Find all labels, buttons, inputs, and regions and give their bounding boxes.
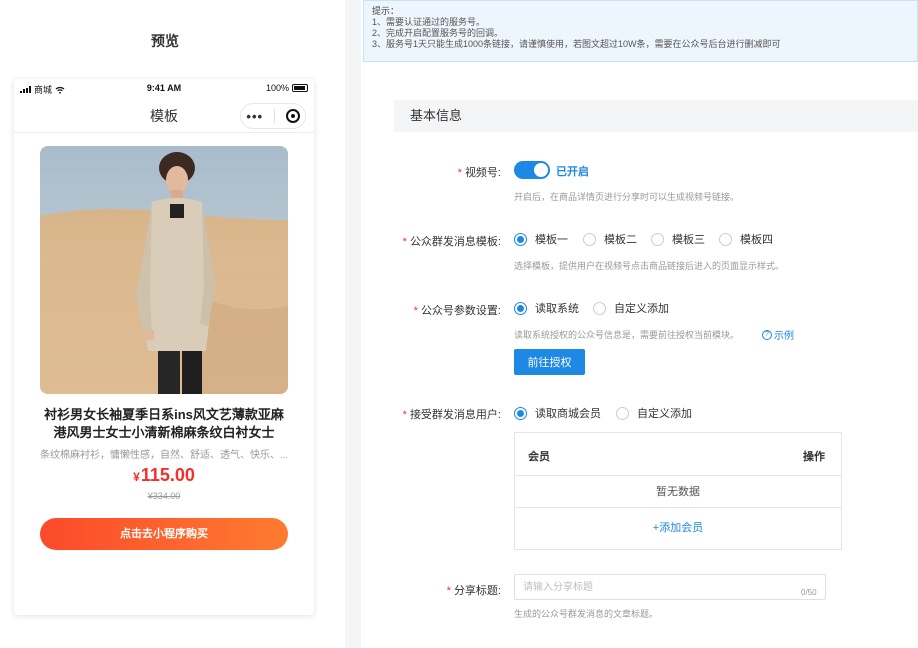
product-photo-illustration (40, 146, 288, 394)
video-account-switch[interactable] (514, 161, 550, 179)
section-title: 基本信息 (394, 100, 918, 132)
settings-form-pane: 提示： 1、需要认证通过的服务号。 2、完成开启配置服务号的回调。 3、服务号1… (361, 0, 918, 648)
tips-line: 3、服务号1天只能生成1000条链接，请谨慎使用，若图文超过10W条，需要在公众… (372, 39, 781, 49)
column-header-member: 会员 (528, 451, 550, 463)
radio-dot[interactable] (651, 232, 664, 246)
authorize-button[interactable]: 前往授权 (514, 349, 585, 375)
radio-custom-add[interactable]: 自定义添加 (593, 300, 669, 316)
radio-template-1[interactable]: 模板一 (514, 231, 568, 247)
template-label: * 公众群发消息模板: (402, 236, 501, 248)
status-bar: 商城 9:41 AM 100% (14, 79, 314, 99)
capsule-menu[interactable]: ••• (240, 103, 306, 129)
account-params-hint: 读取系统授权的公众号信息是，需要前往授权当前模块。 (514, 330, 740, 340)
required-mark: * (413, 305, 418, 317)
battery-label: 100% (265, 83, 289, 93)
radio-read-system[interactable]: 读取系统 (514, 300, 579, 316)
radio-template-4[interactable]: 模板四 (719, 231, 773, 247)
price-currency: ¥ (133, 470, 140, 484)
mini-program-navbar: 模板 ••• (14, 99, 314, 133)
capsule-divider (273, 109, 275, 123)
battery-icon (292, 84, 308, 92)
radio-receivers-custom[interactable]: 自定义添加 (616, 405, 692, 421)
pane-divider (345, 0, 361, 648)
share-title-hint: 生成的公众号群发消息的文章标题。 (514, 609, 659, 619)
radio-dot[interactable] (583, 232, 596, 246)
share-title-label: * 分享标题: (446, 585, 501, 597)
preview-title: 预览 (151, 33, 179, 49)
video-account-hint: 开启后，在商品详情页进行分享时可以生成视频号链接。 (514, 192, 740, 202)
tips-notice: 提示： 1、需要认证通过的服务号。 2、完成开启配置服务号的回调。 3、服务号1… (363, 0, 918, 62)
product-price: ¥115.00 (14, 465, 314, 486)
switch-status-text: 已开启 (556, 166, 589, 178)
radio-dot[interactable] (593, 301, 606, 315)
page-root: 预览 商城 9:41 AM 100% 模板 ••• 衬衫男女长袖夏季日系ins风… (0, 0, 918, 648)
column-header-action: 操作 (803, 451, 825, 463)
tips-heading: 提示： (372, 6, 400, 16)
product-image (40, 146, 288, 394)
video-account-label: * 视频号: (457, 167, 501, 179)
radio-dot[interactable] (514, 232, 527, 246)
buy-in-mini-program-button[interactable]: 点击去小程序购买 (40, 518, 288, 550)
account-params-label: * 公众号参数设置: (413, 305, 501, 317)
original-price: ¥334.00 (147, 491, 181, 501)
tips-line: 2、完成开启配置服务号的回调。 (372, 28, 504, 38)
radio-template-2[interactable]: 模板二 (583, 231, 637, 247)
template-hint: 选择模板，提供用户在视频号点击商品链接后进入的页面显示样式。 (514, 261, 785, 271)
radio-template-3[interactable]: 模板三 (651, 231, 705, 247)
required-mark: * (402, 409, 407, 421)
question-icon: ? (762, 329, 772, 340)
preview-pane: 预览 商城 9:41 AM 100% 模板 ••• 衬衫男女长袖夏季日系ins风… (0, 0, 345, 648)
phone-mockup: 商城 9:41 AM 100% 模板 ••• 衬衫男女长袖夏季日系ins风文艺薄… (14, 79, 314, 615)
receivers-label: * 接受群发消息用户: (402, 409, 501, 421)
more-dots-icon[interactable]: ••• (246, 110, 263, 123)
table-header: 会员 操作 (515, 433, 841, 476)
member-table: 会员 操作 暂无数据 +添加会员 (514, 432, 842, 550)
radio-dot[interactable] (514, 406, 527, 420)
required-mark: * (457, 167, 462, 179)
table-empty-text: 暂无数据 (515, 476, 841, 508)
radio-dot[interactable] (616, 406, 629, 420)
radio-read-mall-members[interactable]: 读取商城会员 (514, 405, 601, 421)
example-link[interactable]: ? 示例 (762, 327, 794, 342)
radio-dot[interactable] (514, 301, 527, 315)
add-member-link[interactable]: +添加会员 (515, 508, 841, 549)
required-mark: * (446, 585, 451, 597)
required-mark: * (402, 236, 407, 248)
product-subtitle: 条纹棉麻衬衫，慵懒性感，自然、舒适、透气、快乐、... (40, 450, 288, 461)
char-counter: 0/50 (801, 588, 817, 597)
circle-close-icon[interactable] (285, 109, 300, 123)
tips-line: 1、需要认证通过的服务号。 (372, 17, 486, 27)
product-title: 衬衫男女长袖夏季日系ins风文艺薄款亚麻港风男士女士小清新棉麻条纹白衬女士 (44, 407, 284, 440)
share-title-input[interactable] (514, 574, 826, 600)
radio-dot[interactable] (719, 232, 732, 246)
price-value: 115.00 (140, 465, 195, 485)
